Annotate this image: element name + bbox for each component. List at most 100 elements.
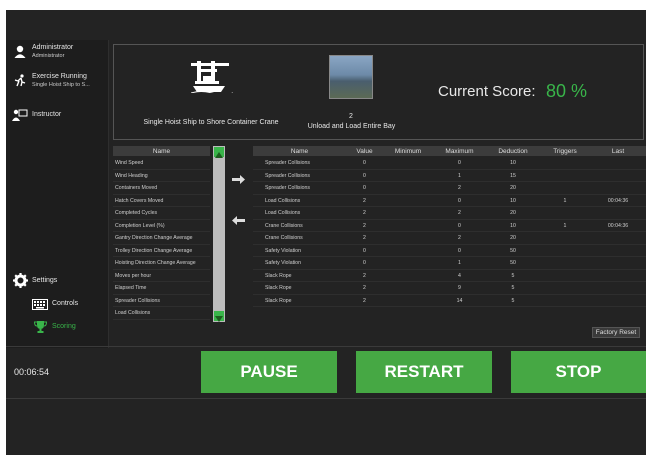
restart-button[interactable]: RESTART	[356, 351, 492, 393]
scoring-cell: Load Collisions	[265, 197, 301, 204]
scoring-cell: 2	[363, 272, 366, 279]
scoring-cell: Safety Violation	[265, 247, 301, 254]
scoring-cell: 0	[363, 247, 366, 254]
elapsed-timer: 00:06:54	[14, 367, 50, 377]
controls-item[interactable]: Controls	[32, 297, 78, 311]
scoring-row[interactable]: Spreader Collisions 0 1 15	[253, 170, 646, 182]
instructor-item[interactable]: Instructor	[12, 108, 61, 122]
instructor-label: Instructor	[32, 111, 62, 118]
scoring-column-header[interactable]: Last	[590, 148, 646, 155]
exercise-number: 2	[349, 113, 353, 120]
available-column-name: Name	[152, 147, 171, 155]
scoring-cell: 2	[363, 297, 366, 304]
scoring-cell: Spreader Collisions	[265, 160, 310, 166]
available-metric-item[interactable]: Moves per hour	[113, 270, 210, 282]
scoring-cell: 50	[510, 260, 516, 266]
keyboard-icon	[32, 297, 48, 311]
settings-item[interactable]: Settings	[12, 272, 58, 288]
scoring-cell: 50	[510, 247, 516, 254]
scoring-cell: 4	[458, 272, 461, 279]
scoring-column-header[interactable]: Maximum	[433, 148, 486, 155]
scoring-column-header[interactable]: Name	[253, 148, 346, 155]
scoring-cell: 1	[458, 260, 461, 266]
available-metric-item[interactable]: Completion Level (%)	[113, 220, 210, 232]
scoring-row[interactable]: Slack Rope 2 9 5	[253, 282, 646, 295]
exercise-status-label: Exercise Running	[32, 73, 87, 80]
simulator-window: Administrator Administrator Exercise Run…	[6, 10, 646, 455]
scoring-cell: 20	[510, 185, 516, 191]
scoring-row[interactable]: Slack Rope 2 14 5	[253, 295, 646, 307]
scoring-column-header[interactable]: Value	[346, 148, 383, 155]
scoring-cell: 00:04:36	[607, 222, 629, 229]
exercise-header: Single Hoist Ship to Shore Container Cra…	[113, 44, 644, 140]
scoring-cell: 0	[363, 185, 366, 191]
available-metric-item[interactable]: Elapsed Time	[113, 282, 210, 295]
scoring-cell: Safety Violation	[265, 260, 301, 266]
trophy-icon	[32, 320, 48, 334]
user-info[interactable]: Administrator Administrator	[12, 44, 73, 60]
available-metric-item[interactable]: Gantry Direction Change Average	[113, 232, 210, 245]
remove-metric-button[interactable]	[232, 213, 245, 228]
scoring-row[interactable]: Slack Rope 2 4 5	[253, 270, 646, 282]
available-metric-item[interactable]: Hatch Covers Moved	[113, 195, 210, 207]
scoring-cell: 00:04:36	[607, 197, 629, 204]
scoring-cell: 1	[563, 197, 567, 204]
available-metric-item[interactable]: Containers Moved	[113, 182, 210, 195]
factory-reset-button[interactable]: Factory Reset	[592, 327, 640, 338]
available-scrollbar[interactable]	[213, 146, 225, 322]
scoring-cell: Slack Rope	[265, 297, 292, 304]
user-icon	[12, 44, 28, 58]
user-role: Administrator	[32, 53, 65, 59]
available-table-header: Name	[113, 146, 210, 156]
scoring-cell: 2	[363, 285, 366, 291]
scoring-table: Spreader Collisions 0 0 10 Spreader Collisio…	[253, 157, 646, 307]
scoring-cell: 0	[458, 197, 461, 204]
available-metric-item[interactable]: Spreader Collisions	[113, 295, 210, 307]
available-metric-item[interactable]: Hoisting Direction Change Average	[113, 257, 210, 270]
scoring-row[interactable]: Crane Collisions 2 0 10 1 00:04:36	[253, 220, 646, 232]
scoring-item[interactable]: Scoring	[32, 320, 76, 334]
gear-icon	[12, 272, 28, 288]
scoring-label: Scoring	[52, 323, 76, 330]
exercise-status[interactable]: Exercise Running Single Hoist Ship to S.…	[12, 73, 90, 89]
scoring-cell: 0	[458, 222, 461, 229]
available-metric-item[interactable]: Trolley Direction Change Average	[113, 245, 210, 257]
controls-label: Controls	[52, 300, 79, 307]
scoring-cell: Spreader Collisions	[265, 185, 310, 191]
add-metric-button[interactable]	[232, 172, 245, 187]
available-metric-item[interactable]: Load Collisions	[113, 307, 210, 320]
available-metric-item[interactable]: Wind Heading	[113, 170, 210, 182]
scoring-cell: 0	[363, 260, 366, 266]
scoring-cell: 2	[458, 185, 461, 191]
scoring-cell: 1	[563, 222, 567, 229]
scoring-row[interactable]: Spreader Collisions 0 0 10	[253, 157, 646, 170]
scoring-cell: 0	[363, 172, 366, 179]
stop-button[interactable]: STOP	[511, 351, 646, 393]
scroll-down-button[interactable]	[213, 310, 225, 322]
scoring-row[interactable]: Safety Violation 0 1 50	[253, 257, 646, 270]
scoring-cell: 2	[458, 235, 461, 241]
scoring-cell: Crane Collisions	[265, 222, 303, 229]
scoring-cell: 14	[456, 297, 463, 304]
scoring-cell: 0	[363, 160, 366, 166]
scoring-column-header[interactable]: Deduction	[486, 148, 540, 155]
scoring-cell: 2	[363, 197, 366, 204]
scoring-row[interactable]: Load Collisions 2 2 20	[253, 207, 646, 220]
exercise-title: Unload and Load Entire Bay	[307, 123, 396, 130]
scroll-up-button[interactable]	[213, 146, 225, 158]
available-metric-item[interactable]: Wind Speed	[113, 157, 210, 170]
scoring-cell: 5	[511, 285, 515, 291]
scoring-row[interactable]: Crane Collisions 2 2 20	[253, 232, 646, 245]
available-metric-item[interactable]: Completed Cycles	[113, 207, 210, 220]
available-metrics-list: Wind Speed Wind Heading Containers Moved Ha…	[113, 157, 210, 320]
settings-label: Settings	[32, 277, 58, 284]
scoring-cell: 1	[458, 172, 461, 179]
scoring-row[interactable]: Load Collisions 2 0 10 1 00:04:36	[253, 195, 646, 207]
scoring-table-header: Name Value Minimum Maximum Deduction Triggers…	[253, 146, 646, 156]
scoring-column-header[interactable]: Triggers	[540, 148, 590, 155]
scoring-row[interactable]: Spreader Collisions 0 2 20	[253, 182, 646, 195]
pause-button[interactable]: PAUSE	[201, 351, 337, 393]
scoring-cell: 2	[458, 210, 461, 216]
scoring-row[interactable]: Safety Violation 0 0 50	[253, 245, 646, 257]
scoring-column-header[interactable]: Minimum	[383, 148, 433, 155]
